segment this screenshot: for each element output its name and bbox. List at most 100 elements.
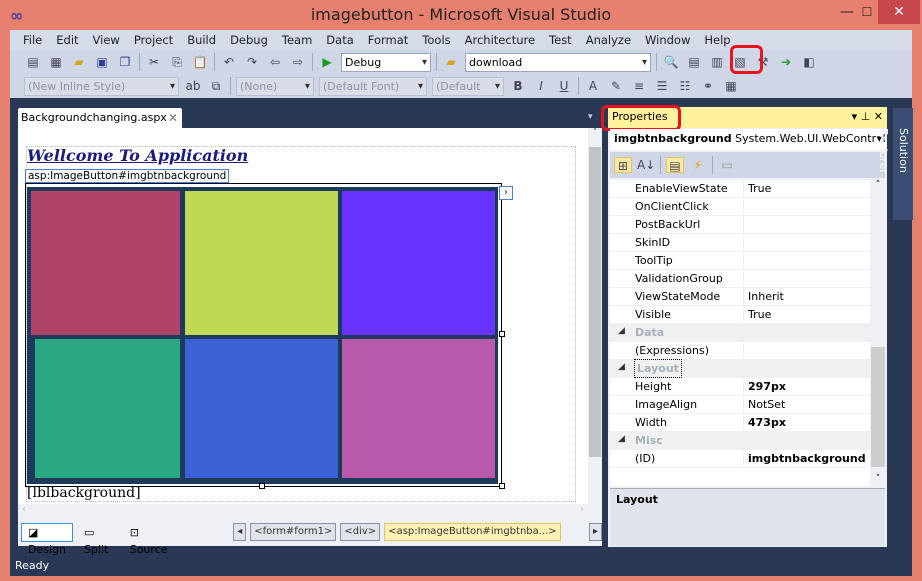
property-value[interactable] [743,198,870,216]
menu-architecture[interactable]: Architecture [458,33,542,47]
solution-explorer-icon[interactable]: 🔍 [662,54,680,70]
crumb-scroll-left[interactable]: ◂ [233,523,247,541]
align-icon[interactable]: ≡ [630,78,648,94]
close-panel-icon[interactable]: ✕ [874,110,883,123]
style-select[interactable]: (New Inline Style) [24,76,179,96]
property-pages-icon[interactable]: ▭ [718,157,736,173]
table-icon[interactable]: ▦ [722,78,740,94]
property-row[interactable]: ToolTip [610,252,870,270]
property-row[interactable]: ViewStateMode Inherit [610,288,870,306]
font-color-icon[interactable]: A [584,78,602,94]
resize-handle[interactable] [499,483,505,489]
solution-explorer-tab[interactable]: Solution Explorer [877,108,913,220]
object-selector[interactable]: imgbtnbackground System.Web.UI.WebContro… [610,129,885,150]
new-project-icon[interactable]: ▤ [24,54,42,70]
document-tab[interactable]: Backgroundchanging.aspx ✕ [18,108,182,129]
horizontal-scrollbar[interactable]: ‹ › [18,504,588,518]
menu-build[interactable]: Build [180,33,223,47]
close-tab-icon[interactable]: ✕ [168,108,178,128]
close-button[interactable]: ✕ [878,0,920,24]
property-value[interactable]: 297px [743,378,870,396]
property-row[interactable]: PostBackUrl [610,216,870,234]
numbering-icon[interactable]: ☷ [676,78,694,94]
crumb-scroll-right[interactable]: ▸ [588,523,602,541]
breadcrumb-form[interactable]: <form#form1> [250,523,337,541]
property-category[interactable]: ◢ Misc [610,432,870,450]
menu-window[interactable]: Window [638,33,697,47]
start-debugging-icon[interactable]: ▶ [318,54,336,70]
undo-icon[interactable]: ↶ [220,54,238,70]
font-size-select[interactable]: (Default [432,76,504,96]
menu-help[interactable]: Help [697,33,737,47]
redo-icon[interactable]: ↷ [243,54,261,70]
property-value[interactable]: imgbtnbackground [743,450,870,468]
menu-file[interactable]: File [16,33,49,47]
collapse-icon[interactable]: ◢ [618,326,625,336]
dropdown-icon[interactable]: ▾ [852,110,858,123]
open-file-icon[interactable]: ▰ [70,54,88,70]
properties-icon[interactable]: ▤ [666,157,684,173]
smart-tag-chevron-icon[interactable]: › [499,186,513,200]
property-row[interactable]: Height 297px [610,378,870,396]
alphabetical-icon[interactable]: A↓ [637,157,655,173]
design-view-button[interactable]: ◪ Design [21,522,73,556]
italic-icon[interactable]: I [532,78,550,94]
scrollbar-thumb[interactable] [589,147,601,457]
maximize-button[interactable]: ☐ [856,0,878,24]
property-value[interactable]: Inherit [743,288,870,306]
property-row[interactable]: (ID) imgbtnbackground [610,450,870,468]
property-value[interactable] [743,234,870,252]
menu-test[interactable]: Test [542,33,579,47]
breadcrumb-imagebutton[interactable]: <asp:ImageButton#imgbtnba...> [384,523,561,541]
bullets-icon[interactable]: ☰ [653,78,671,94]
save-icon[interactable]: ▣ [93,54,111,70]
position-icon[interactable]: ⧉ [207,78,225,94]
start-page-icon[interactable]: ➔ [777,54,795,70]
breadcrumb-div[interactable]: <div> [340,523,381,541]
resize-handle[interactable] [259,483,265,489]
font-select[interactable]: (Default Font) [319,76,427,96]
property-row[interactable]: ImageAlign NotSet [610,396,870,414]
menu-team[interactable]: Team [275,33,319,47]
class-view-icon[interactable]: ◧ [800,54,818,70]
hyperlink-icon[interactable]: ⚭ [699,78,717,94]
property-row[interactable]: OnClientClick [610,198,870,216]
property-row[interactable]: SkinID [610,234,870,252]
property-value[interactable]: NotSet [743,396,870,414]
pin-icon[interactable]: ⊥ [861,110,871,123]
cut-icon[interactable]: ✂ [145,54,163,70]
source-view-button[interactable]: ⊡ Source [123,523,175,556]
properties-window-icon[interactable]: ▤ [685,54,703,70]
property-value[interactable] [743,270,870,288]
image-button[interactable] [27,187,498,484]
property-value[interactable]: 473px [743,414,870,432]
collapse-icon[interactable]: ◢ [618,362,625,372]
menu-view[interactable]: View [86,33,127,47]
property-value[interactable] [743,216,870,234]
menu-debug[interactable]: Debug [223,33,275,47]
property-value[interactable]: True [743,180,870,198]
menu-data[interactable]: Data [319,33,360,47]
property-row[interactable]: Width 473px [610,414,870,432]
tab-overflow-icon[interactable]: ▾ [588,112,593,122]
solution-config-select[interactable]: Debug [341,52,431,72]
navigate-back-icon[interactable]: ⇦ [266,54,284,70]
target-rule-select[interactable]: (None) [236,76,314,96]
highlight-icon[interactable]: ✎ [607,78,625,94]
underline-icon[interactable]: U [555,78,573,94]
events-icon[interactable]: ⚡ [689,157,707,173]
label-control[interactable]: [lblbackground] [27,485,141,501]
property-value[interactable]: True [743,306,870,324]
resize-handle[interactable] [499,331,505,337]
menu-project[interactable]: Project [127,33,180,47]
copy-icon[interactable]: ⎘ [168,54,186,70]
property-value[interactable] [743,252,870,270]
object-browser-icon[interactable]: ▥ [708,54,726,70]
add-item-icon[interactable]: ▦ [47,54,65,70]
categorized-icon[interactable]: ⊞ [614,157,632,173]
bold-icon[interactable]: B [509,78,527,94]
property-row[interactable]: ValidationGroup [610,270,870,288]
save-all-icon[interactable]: ❐ [116,54,134,70]
property-row[interactable]: EnableViewState True [610,180,870,198]
property-category[interactable]: ◢ Layout [610,359,870,378]
